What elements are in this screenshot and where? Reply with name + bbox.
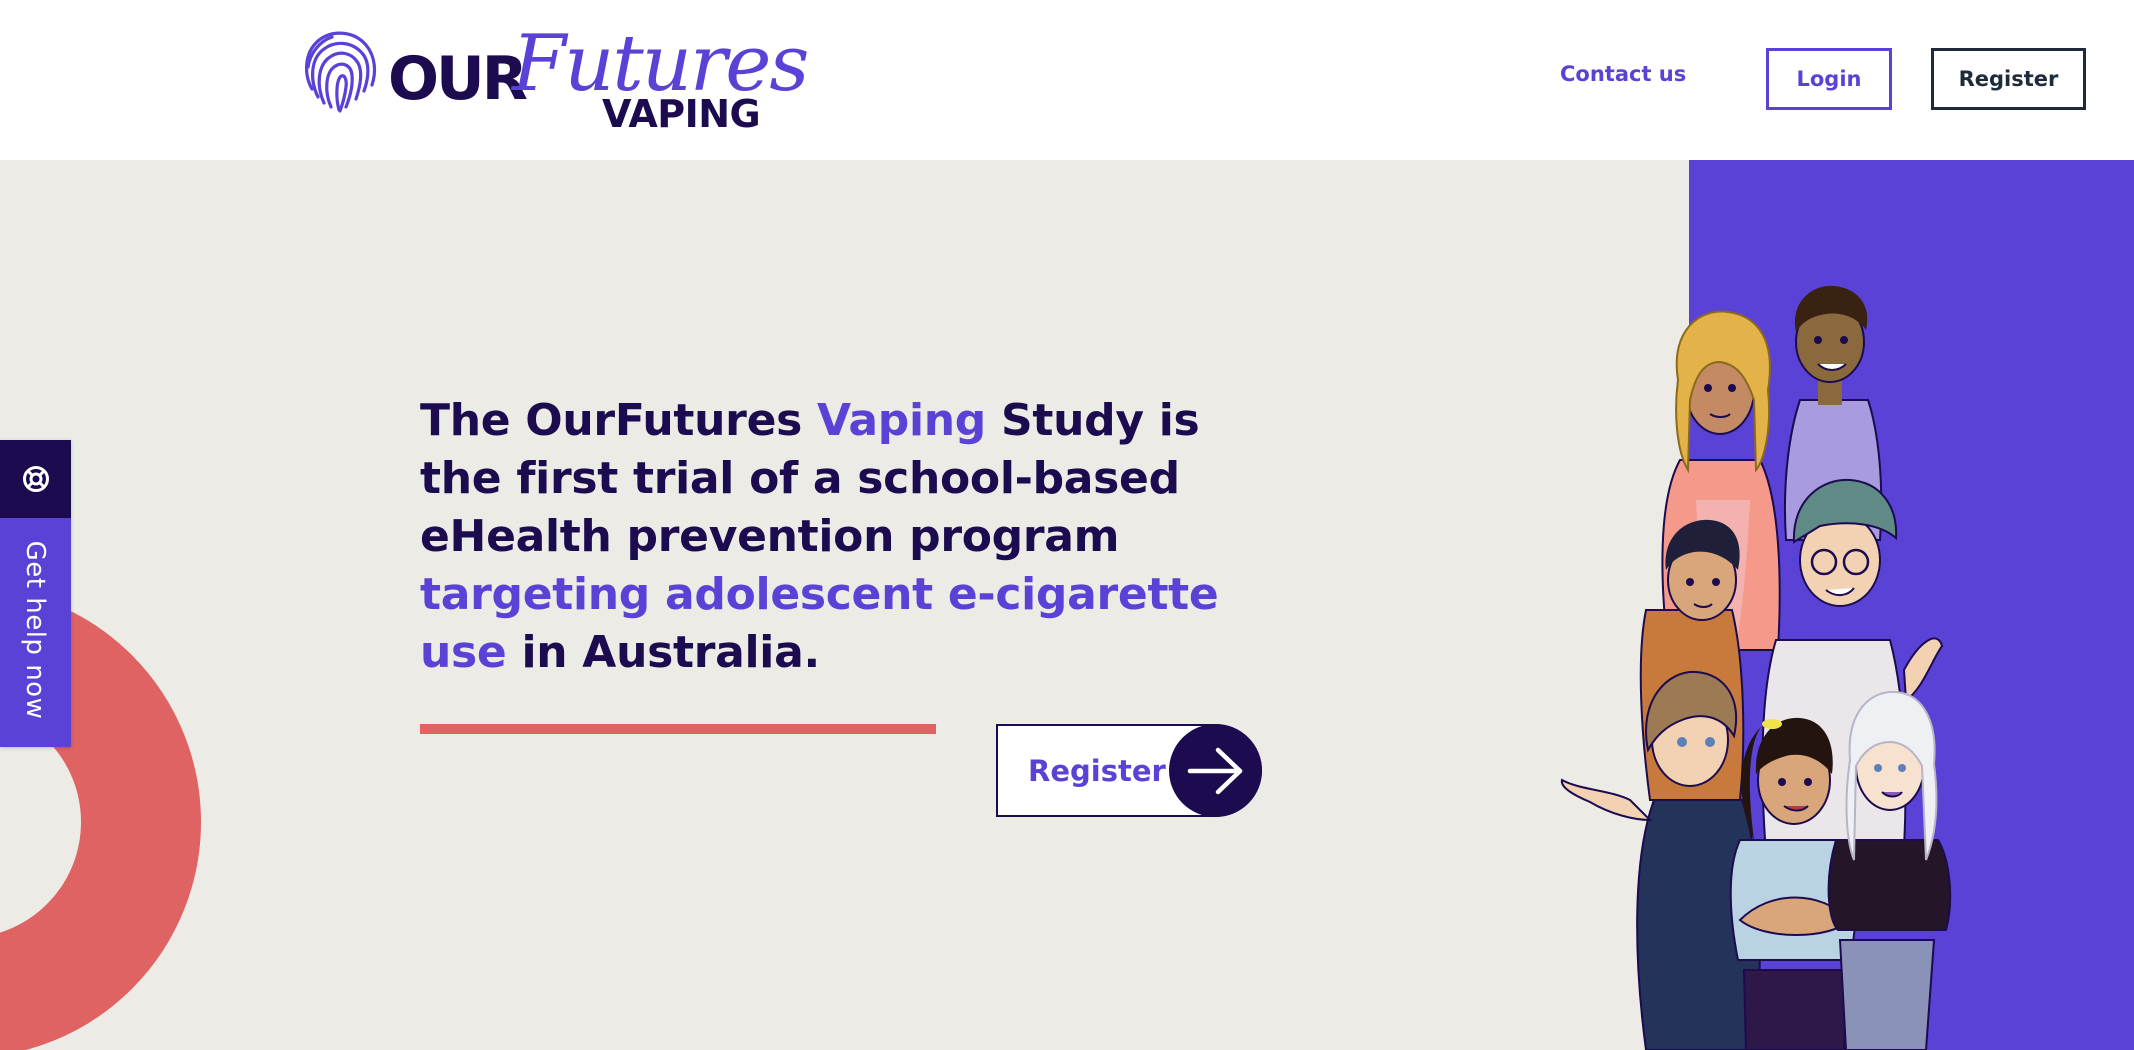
hero-text-part-3: in Australia. — [506, 627, 820, 678]
fingerprint-icon — [305, 31, 377, 113]
contact-us-link[interactable]: Contact us — [1560, 62, 1686, 86]
logo-our-text: OUR — [388, 44, 528, 114]
accent-underline — [420, 724, 936, 734]
students-illustration — [1560, 285, 1952, 1050]
arrow-right-icon — [1169, 724, 1262, 817]
hero-register-label: Register — [1028, 754, 1166, 788]
header-register-button[interactable]: Register — [1931, 48, 2086, 110]
help-tab-icon-area — [0, 440, 71, 518]
login-button[interactable]: Login — [1766, 48, 1892, 110]
site-header: OUR Futures VAPING Contact us Login Regi… — [0, 0, 2134, 160]
hero-text-part-1: The OurFutures — [420, 395, 818, 446]
get-help-now-tab[interactable]: Get help now — [0, 440, 71, 747]
hero-heading: The OurFutures Vaping Study is the first… — [420, 392, 1220, 682]
get-help-now-label: Get help now — [20, 540, 50, 720]
lifebuoy-icon — [22, 466, 49, 492]
hero-text-vaping: Vaping — [817, 395, 986, 446]
logo-vaping-text: VAPING — [602, 92, 761, 136]
hero-register-button[interactable]: Register — [996, 724, 1262, 817]
character-bob-hair-boy — [1560, 670, 1761, 1050]
ourfutures-vaping-logo[interactable]: OUR Futures VAPING — [302, 25, 809, 137]
